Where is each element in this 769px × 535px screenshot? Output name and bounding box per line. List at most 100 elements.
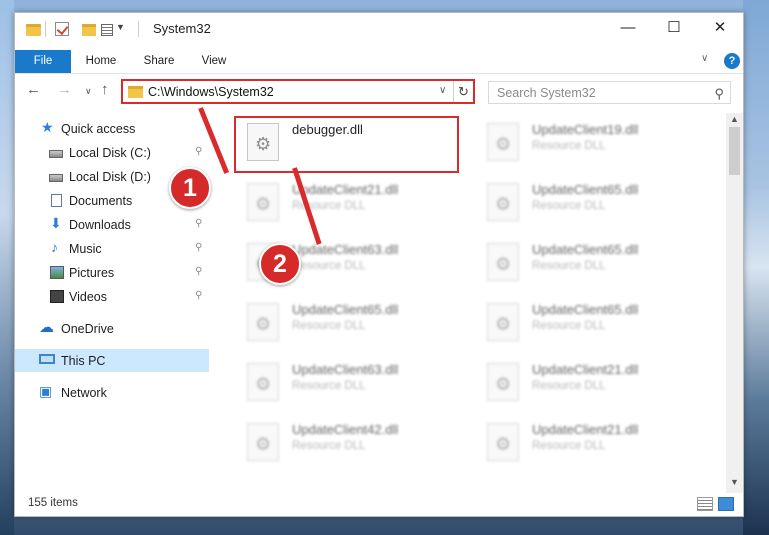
file-description: Resource DLL [532,380,606,392]
desktop-background-right [743,0,769,535]
sidebar-item-label: Music [69,242,102,256]
videos-icon [50,290,64,303]
properties-icon[interactable] [101,24,113,36]
file-item[interactable]: UpdateClient42.dll Resource DLL [236,417,466,469]
ribbon-tabs: File Home Share View ∨ ? [15,50,743,74]
sidebar-item-local-disk-c[interactable]: Local Disk (C:) ⚲ [15,141,209,164]
file-name: UpdateClient63.dll [292,362,399,377]
file-highlight-box [234,116,459,173]
up-arrow-icon[interactable]: ↑ [101,81,109,98]
file-item[interactable]: UpdateClient65.dll Resource DLL [236,297,466,349]
dll-file-icon [487,123,519,161]
folder-icon [26,24,41,36]
pin-icon: ⚲ [195,266,203,277]
file-item[interactable]: UpdateClient21.dll Resource DLL [236,177,466,229]
dll-file-icon [247,363,279,401]
sidebar-item-downloads[interactable]: ⬇ Downloads ⚲ [15,213,209,236]
disk-icon [49,174,63,182]
properties-check-icon[interactable] [55,22,69,36]
folder-icon [128,86,143,98]
file-explorer-window: ▼ System32 — ☐ ✕ File Home Share View ∨ … [14,12,744,517]
scroll-up-icon[interactable]: ▲ [730,114,739,124]
step-badge-1: 1 [169,167,211,209]
forward-arrow-icon[interactable]: → [57,81,72,98]
file-name: UpdateClient63.dll [292,242,399,257]
sidebar-item-videos[interactable]: Videos ⚲ [15,285,209,308]
file-name: UpdateClient65.dll [532,182,639,197]
onedrive-icon: ☁ [39,319,54,336]
file-description: Resource DLL [532,320,606,332]
sidebar-item-network[interactable]: ▣ Network [15,381,209,404]
file-description: Resource DLL [292,440,366,452]
pin-icon: ⚲ [195,242,203,253]
music-icon: ♪ [51,239,58,255]
quick-access-dropdown-icon[interactable]: ▼ [116,22,125,32]
divider [45,21,46,37]
sidebar-item-label: Pictures [69,266,115,280]
file-item[interactable]: UpdateClient19.dll Resource DLL [476,117,706,169]
dll-file-icon [487,243,519,281]
star-icon: ★ [41,119,54,135]
close-button[interactable]: ✕ [697,13,743,45]
file-item[interactable]: UpdateClient65.dll Resource DLL [476,177,706,229]
tab-home[interactable]: Home [83,50,119,73]
scroll-down-icon[interactable]: ▼ [730,477,739,487]
desktop-background-left [0,0,14,535]
sidebar-item-quick-access[interactable]: ★ Quick access [15,117,209,140]
file-description: Resource DLL [292,260,366,272]
file-name: UpdateClient21.dll [532,422,639,437]
sidebar-item-pictures[interactable]: Pictures ⚲ [15,261,209,284]
maximize-button[interactable]: ☐ [651,13,697,45]
file-name: UpdateClient65.dll [292,302,399,317]
expand-ribbon-chevron-icon[interactable]: ∨ [701,53,708,64]
pin-icon: ⚲ [195,290,203,301]
file-item[interactable]: UpdateClient21.dll Resource DLL [476,357,706,409]
file-name: UpdateClient21.dll [532,362,639,377]
details-view-icon[interactable] [697,497,713,511]
disk-icon [49,150,63,158]
sidebar-item-label: Local Disk (D:) [69,170,151,184]
scrollbar-thumb[interactable] [729,127,740,175]
tab-file[interactable]: File [15,50,71,73]
status-bar: 155 items [15,493,743,516]
file-item[interactable]: UpdateClient63.dll Resource DLL [236,357,466,409]
search-icon[interactable]: ⚲ [714,86,724,102]
navigation-bar: ← → ∨ ↑ C:\Windows\System32 ∨ ↻ Search S… [15,77,743,107]
vertical-scrollbar[interactable]: ▲ ▼ [726,113,743,493]
back-arrow-icon[interactable]: ← [26,81,41,98]
large-icons-view-icon[interactable] [718,497,734,511]
address-path[interactable]: C:\Windows\System32 [148,85,274,99]
sidebar-item-this-pc[interactable]: This PC [15,349,209,372]
step-badge-2: 2 [259,243,301,285]
sidebar-item-music[interactable]: ♪ Music ⚲ [15,237,209,260]
help-icon[interactable]: ? [724,53,740,69]
sidebar-item-label: Documents [69,194,133,208]
dll-file-icon [487,363,519,401]
sidebar-item-onedrive[interactable]: ☁ OneDrive [15,317,209,340]
file-name: UpdateClient65.dll [532,302,639,317]
file-description: Resource DLL [532,200,606,212]
tab-share[interactable]: Share [139,50,179,73]
tab-view[interactable]: View [197,50,231,73]
title-bar[interactable]: ▼ System32 — ☐ ✕ [15,13,743,45]
search-input[interactable]: Search System32 ⚲ [488,81,731,104]
file-name: UpdateClient19.dll [532,122,639,137]
window-title: System32 [153,21,211,36]
file-name: UpdateClient65.dll [532,242,639,257]
download-icon: ⬇ [50,215,62,231]
file-item[interactable]: UpdateClient65.dll Resource DLL [476,237,706,289]
file-description: Resource DLL [292,320,366,332]
refresh-icon[interactable]: ↻ [453,81,473,102]
file-item[interactable]: UpdateClient65.dll Resource DLL [476,297,706,349]
file-item[interactable]: UpdateClient21.dll Resource DLL [476,417,706,469]
sidebar-item-label: Network [61,386,107,400]
minimize-button[interactable]: — [605,13,651,45]
file-description: Resource DLL [532,440,606,452]
dll-file-icon [487,423,519,461]
pictures-icon [50,266,64,279]
address-bar[interactable]: C:\Windows\System32 ∨ ↻ [121,79,475,104]
recent-locations-chevron-icon[interactable]: ∨ [85,86,92,97]
new-folder-icon[interactable] [82,24,96,36]
dll-file-icon [247,423,279,461]
address-dropdown-chevron-icon[interactable]: ∨ [439,85,446,96]
